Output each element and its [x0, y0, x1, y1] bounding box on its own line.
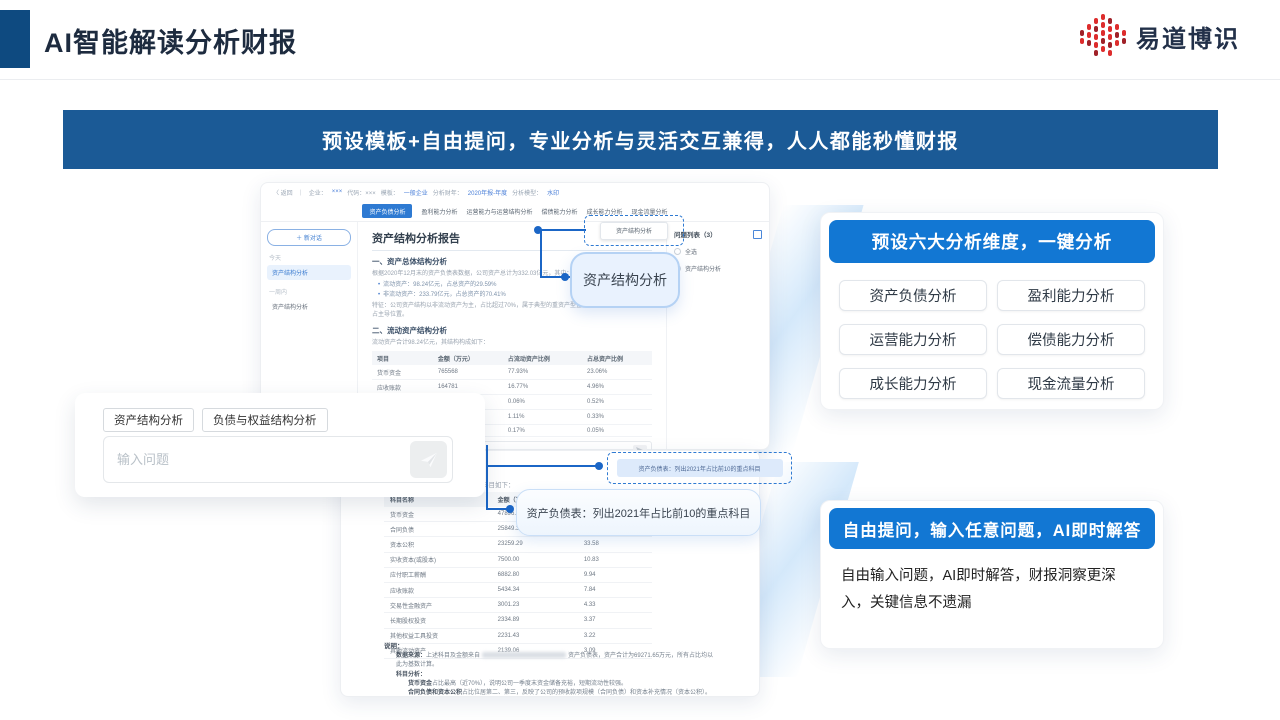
dimensions-panel-header: 预设六大分析维度，一键分析: [829, 220, 1155, 263]
connector-dot: [506, 505, 514, 513]
breadcrumb: 〈 返回 ｜ 企业： ××× 代码：××× 模板： 一般企业分析财年： 2020年报-年度分析…: [261, 183, 769, 201]
question-input[interactable]: [104, 437, 413, 482]
sidebar-group-label: 一周内: [269, 287, 349, 296]
dimension-button[interactable]: 成长能力分析: [839, 368, 987, 399]
breadcrumb-part: 代码：×××: [347, 188, 376, 197]
breadcrumb-part: 企业：: [309, 188, 327, 197]
checkbox-icon[interactable]: [674, 248, 681, 255]
report-section-2: 二、流动资产结构分析: [372, 325, 652, 336]
tab-balance-analysis[interactable]: 资产负债分析: [362, 204, 412, 218]
page-title: AI智能解读分析财报: [44, 21, 297, 60]
question-list-item[interactable]: 资产结构分析: [674, 264, 762, 273]
qa-panel-body: 自由输入问题，AI即时解答，财报洞察更深入，关键信息不遗漏: [821, 549, 1163, 631]
structure-analysis-bubble: 资产结构分析: [570, 252, 680, 308]
report-paragraph: 流动资产合计98.24亿元，其结构构成如下：: [372, 339, 652, 348]
connector-dot: [561, 273, 569, 281]
breadcrumb-part: 2020年报-年度: [468, 188, 507, 197]
table-header-cell: 项目: [372, 351, 433, 365]
collapse-icon[interactable]: [753, 230, 762, 239]
breadcrumb-part: ｜: [298, 188, 304, 197]
chat-input-box: [103, 436, 453, 483]
structure-analysis-mini-button[interactable]: 资产结构分析: [600, 222, 668, 240]
question-chip[interactable]: 资产结构分析: [103, 408, 194, 432]
table-row: 资本公积 23259.29 33.58: [384, 537, 652, 552]
notes-analysis-line: 合同负债和资本公积占比位居第二、第三，反映了公司的预收款项规模（合同负债）和资本…: [408, 689, 714, 698]
question-list-item[interactable]: 全选: [674, 247, 762, 256]
breadcrumb-part: 一般企业: [404, 188, 428, 197]
table-row: 货币资金 765568 77.93% 23.06%: [372, 365, 652, 380]
report-tab[interactable]: 偿债能力分析: [542, 207, 578, 216]
redacted-company-name: [482, 652, 566, 658]
table-row: 长期股权投资 2334.89 3.37: [384, 613, 652, 628]
connector-line: [540, 229, 586, 231]
table-row: 交易性金融资产 3001.23 4.33: [384, 598, 652, 613]
dimension-button[interactable]: 盈利能力分析: [997, 280, 1145, 311]
headline-text: 预设模板+自由提问，专业分析与灵活交互兼得，人人都能秒懂财报: [322, 125, 959, 154]
breadcrumb-part: 〈 返回: [273, 188, 293, 197]
dimensions-panel: 预设六大分析维度，一键分析 资产负债分析盈利能力分析运营能力分析偿债能力分析成长…: [820, 212, 1164, 410]
table-header-cell: 金额（万元）: [433, 351, 503, 365]
table-header-cell: 占流动资产比例: [503, 351, 582, 365]
qa-panel-header: 自由提问，输入任意问题，AI即时解答: [829, 508, 1155, 549]
report-tab[interactable]: 盈利能力分析: [421, 207, 457, 216]
logo-icon: [1078, 14, 1126, 58]
connector-line: [540, 229, 542, 278]
qa-panel: 自由提问，输入任意问题，AI即时解答 自由输入问题，AI即时解答，财报洞察更深入…: [820, 500, 1164, 649]
dimension-button[interactable]: 运营能力分析: [839, 324, 987, 355]
breadcrumb-part: 分析财年：: [433, 188, 463, 197]
connector-line: [486, 445, 488, 510]
breadcrumb-part: ×××: [332, 189, 343, 195]
new-chat-button[interactable]: ＋ 新对话: [267, 229, 351, 246]
report-tab[interactable]: 运营能力与运营结构分析: [466, 207, 532, 216]
paper-plane-icon: [420, 452, 438, 468]
notes-analysis-label: 科目分析：: [396, 671, 714, 680]
structure-analysis-callout-box: 资产结构分析: [584, 215, 684, 246]
balance-question-bubble: 资产负债表：列出2021年占比前10的重点科目: [516, 489, 761, 536]
brand-logo: 易道博识: [1078, 14, 1240, 58]
breadcrumb-part: 模板：: [381, 188, 399, 197]
title-accent-square: [0, 10, 30, 68]
dimension-button[interactable]: 现金流量分析: [997, 368, 1145, 399]
send-button[interactable]: [410, 441, 447, 478]
breadcrumb-part: 分析模型：: [512, 188, 542, 197]
question-list-panel: 问题列表（3） 全选 资产结构分析: [666, 222, 769, 449]
report-tab-bar: 资产负债分析 盈利能力分析运营能力与运营结构分析偿债能力分析成长能力分析现金流量…: [261, 201, 769, 222]
logo-text: 易道博识: [1136, 19, 1240, 54]
table-row: 实收资本(或股本) 7500.00 10.83: [384, 552, 652, 567]
sidebar-item-structure-analysis[interactable]: 资产结构分析: [267, 299, 351, 314]
connector-dot: [534, 226, 542, 234]
table-header-cell: 占总资产比例: [582, 351, 652, 365]
chat-card: 资产结构分析负债与权益结构分析: [75, 393, 485, 497]
header-bar: AI智能解读分析财报: [0, 0, 1280, 80]
balance-question-pill[interactable]: 资产负债表：列出2021年占比前10的重点科目: [617, 459, 783, 477]
sidebar-item-structure-analysis[interactable]: 资产结构分析: [267, 265, 351, 280]
question-chip[interactable]: 负债与权益结构分析: [202, 408, 328, 432]
balance-notes: 说明： 数据来源：上述科目及金额来自资产负债表，资产合计为69271.65万元，…: [384, 640, 714, 698]
balance-question-callout-box: 资产负债表：列出2021年占比前10的重点科目: [607, 452, 792, 484]
headline-banner: 预设模板+自由提问，专业分析与灵活交互兼得，人人都能秒懂财报: [63, 110, 1218, 169]
table-row: 应收账款 5434.34 7.84: [384, 582, 652, 597]
connector-line: [486, 465, 601, 467]
notes-label: 说明：: [384, 640, 714, 650]
breadcrumb-part: 水印: [547, 188, 559, 197]
notes-source-line: 数据来源：上述科目及金额来自资产负债表，资产合计为69271.65万元，所有占比…: [396, 652, 714, 671]
table-row: 应付职工薪酬 6882.80 9.94: [384, 567, 652, 582]
dimension-button[interactable]: 资产负债分析: [839, 280, 987, 311]
dimension-button[interactable]: 偿债能力分析: [997, 324, 1145, 355]
connector-dot: [595, 462, 603, 470]
table-header-row: 项目金额（万元）占流动资产比例占总资产比例: [372, 351, 652, 365]
slide: AI智能解读分析财报: [0, 0, 1280, 720]
sidebar-group-label: 今天: [269, 253, 349, 262]
notes-analysis-line: 货币资金占比最高（近70%），说明公司一季度末资金储备充裕，短期流动性较强。: [408, 680, 714, 689]
